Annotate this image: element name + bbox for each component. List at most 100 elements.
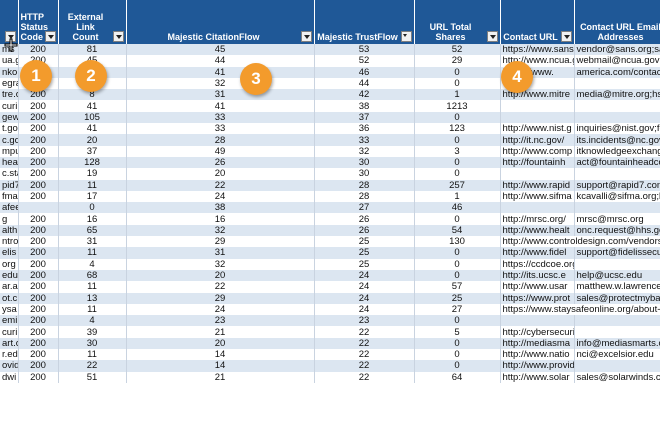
- contact-url-cell[interactable]: http://www.natio: [500, 349, 575, 361]
- numeric-cell[interactable]: 22: [314, 349, 415, 361]
- numeric-cell[interactable]: 33: [314, 134, 415, 146]
- numeric-cell[interactable]: 200: [18, 190, 59, 203]
- filter-dropdown-icon[interactable]: [300, 31, 312, 42]
- contact-url-cell[interactable]: http://its.ucsc.e: [500, 269, 575, 282]
- email-cell[interactable]: [574, 360, 660, 372]
- numeric-cell[interactable]: 0: [414, 213, 501, 225]
- domain-cell[interactable]: nko: [0, 66, 19, 78]
- numeric-cell[interactable]: 200: [18, 349, 59, 361]
- contact-url-cell[interactable]: http://www.usar: [500, 281, 575, 293]
- contact-url-cell[interactable]: http://it.nc.gov/: [500, 134, 575, 146]
- numeric-cell[interactable]: 31: [126, 247, 315, 259]
- domain-cell[interactable]: hea: [0, 156, 19, 169]
- numeric-cell[interactable]: 81: [58, 44, 127, 56]
- email-cell[interactable]: kcavalli@sifma.org;lpierce@sifma: [574, 190, 660, 203]
- domain-cell[interactable]: org: [0, 258, 19, 270]
- numeric-cell[interactable]: 3: [414, 145, 501, 157]
- domain-cell[interactable]: art.o: [0, 337, 19, 350]
- domain-cell[interactable]: c.sta: [0, 168, 19, 180]
- numeric-cell[interactable]: 22: [314, 326, 415, 338]
- numeric-cell[interactable]: 0: [414, 66, 501, 78]
- domain-cell[interactable]: ua.g: [0, 55, 19, 67]
- numeric-cell[interactable]: 200: [18, 213, 59, 225]
- numeric-cell[interactable]: 22: [126, 179, 315, 191]
- numeric-cell[interactable]: 28: [126, 134, 315, 146]
- numeric-cell[interactable]: 11: [58, 281, 127, 293]
- numeric-cell[interactable]: 26: [314, 213, 415, 225]
- numeric-cell[interactable]: 0: [414, 156, 501, 169]
- domain-cell[interactable]: egra: [0, 77, 19, 90]
- numeric-cell[interactable]: 25: [414, 292, 501, 304]
- numeric-cell[interactable]: 16: [58, 213, 127, 225]
- contact-url-cell[interactable]: [500, 111, 575, 124]
- numeric-cell[interactable]: 22: [314, 337, 415, 350]
- email-cell[interactable]: [574, 111, 660, 124]
- numeric-cell[interactable]: 22: [126, 281, 315, 293]
- numeric-cell[interactable]: 24: [126, 190, 315, 203]
- numeric-cell[interactable]: 24: [126, 303, 315, 316]
- email-cell[interactable]: info@mediasmarts.ca: [574, 337, 660, 350]
- domain-cell[interactable]: g: [0, 213, 19, 225]
- numeric-cell[interactable]: 28: [314, 190, 415, 203]
- contact-url-cell[interactable]: http://www.sifma: [500, 190, 575, 203]
- contact-url-cell[interactable]: http://www.healt: [500, 224, 575, 237]
- domain-cell[interactable]: dwi: [0, 371, 19, 383]
- numeric-cell[interactable]: 32: [126, 224, 315, 237]
- domain-cell[interactable]: afeed - Not D: [0, 202, 19, 214]
- numeric-cell[interactable]: 24: [314, 269, 415, 282]
- numeric-cell[interactable]: 30: [314, 168, 415, 180]
- numeric-cell[interactable]: 200: [18, 224, 59, 237]
- numeric-cell[interactable]: 54: [414, 224, 501, 237]
- col-trust-flow-header[interactable]: Majestic TrustFlow: [314, 0, 415, 44]
- domain-cell[interactable]: edu: [0, 269, 19, 282]
- contact-url-cell[interactable]: https://www.prot: [500, 292, 575, 304]
- email-cell[interactable]: sales@solarwinds.com;partners@: [574, 371, 660, 383]
- numeric-cell[interactable]: 32: [126, 258, 315, 270]
- numeric-cell[interactable]: 37: [58, 145, 127, 157]
- numeric-cell[interactable]: 25: [314, 247, 415, 259]
- numeric-cell[interactable]: 200: [18, 236, 59, 248]
- numeric-cell[interactable]: 200: [18, 156, 59, 169]
- domain-cell[interactable]: alth: [0, 224, 19, 237]
- contact-url-cell[interactable]: http://cybersecurity.ieee.org/about.html: [500, 326, 575, 338]
- col-contact-email-header[interactable]: Contact URL Email Addresses: [574, 0, 660, 44]
- numeric-cell[interactable]: 11: [58, 349, 127, 361]
- numeric-cell[interactable]: 49: [126, 145, 315, 157]
- email-cell[interactable]: act@fountainheadcollege.edu;we: [574, 156, 660, 169]
- numeric-cell[interactable]: 200: [18, 292, 59, 304]
- numeric-cell[interactable]: 51: [58, 371, 127, 383]
- contact-url-cell[interactable]: http://www.nist.g: [500, 123, 575, 135]
- numeric-cell[interactable]: 0: [414, 258, 501, 270]
- numeric-cell[interactable]: 14: [126, 349, 315, 361]
- numeric-cell[interactable]: 26: [314, 224, 415, 237]
- email-cell[interactable]: america.com/contactus/contact: [574, 66, 660, 78]
- numeric-cell[interactable]: 200: [18, 168, 59, 180]
- numeric-cell[interactable]: 200: [18, 258, 59, 270]
- numeric-cell[interactable]: 29: [126, 236, 315, 248]
- col-url-total-shares-header[interactable]: URL Total Shares: [414, 0, 501, 44]
- numeric-cell[interactable]: 21: [126, 326, 315, 338]
- numeric-cell[interactable]: 46: [414, 202, 501, 214]
- contact-url-cell[interactable]: http://www.controldesign.com/vendors/pro…: [500, 236, 660, 248]
- numeric-cell[interactable]: 1: [414, 89, 501, 101]
- email-cell[interactable]: [574, 77, 660, 90]
- numeric-cell[interactable]: 4: [58, 315, 127, 327]
- numeric-cell[interactable]: 200: [18, 269, 59, 282]
- numeric-cell[interactable]: 200: [18, 134, 59, 146]
- numeric-cell[interactable]: 200: [18, 111, 59, 124]
- numeric-cell[interactable]: 32: [126, 77, 315, 90]
- numeric-cell[interactable]: 11: [58, 179, 127, 191]
- numeric-cell[interactable]: 200: [18, 247, 59, 259]
- sort-filter-dropdown-icon[interactable]: [400, 31, 412, 42]
- numeric-cell[interactable]: 44: [126, 55, 315, 67]
- numeric-cell[interactable]: 1213: [414, 100, 501, 112]
- email-cell[interactable]: media@mitre.org;hssedi_info@m: [574, 89, 660, 101]
- numeric-cell[interactable]: 27: [414, 303, 501, 316]
- numeric-cell[interactable]: 0: [414, 111, 501, 124]
- numeric-cell[interactable]: 33: [126, 111, 315, 124]
- domain-cell[interactable]: fma.c: [0, 190, 19, 203]
- numeric-cell[interactable]: 26: [126, 156, 315, 169]
- numeric-cell[interactable]: 0: [414, 269, 501, 282]
- numeric-cell[interactable]: 24: [314, 292, 415, 304]
- email-cell[interactable]: webmail@ncua.gov;ocmpmail@ncua: [574, 55, 660, 67]
